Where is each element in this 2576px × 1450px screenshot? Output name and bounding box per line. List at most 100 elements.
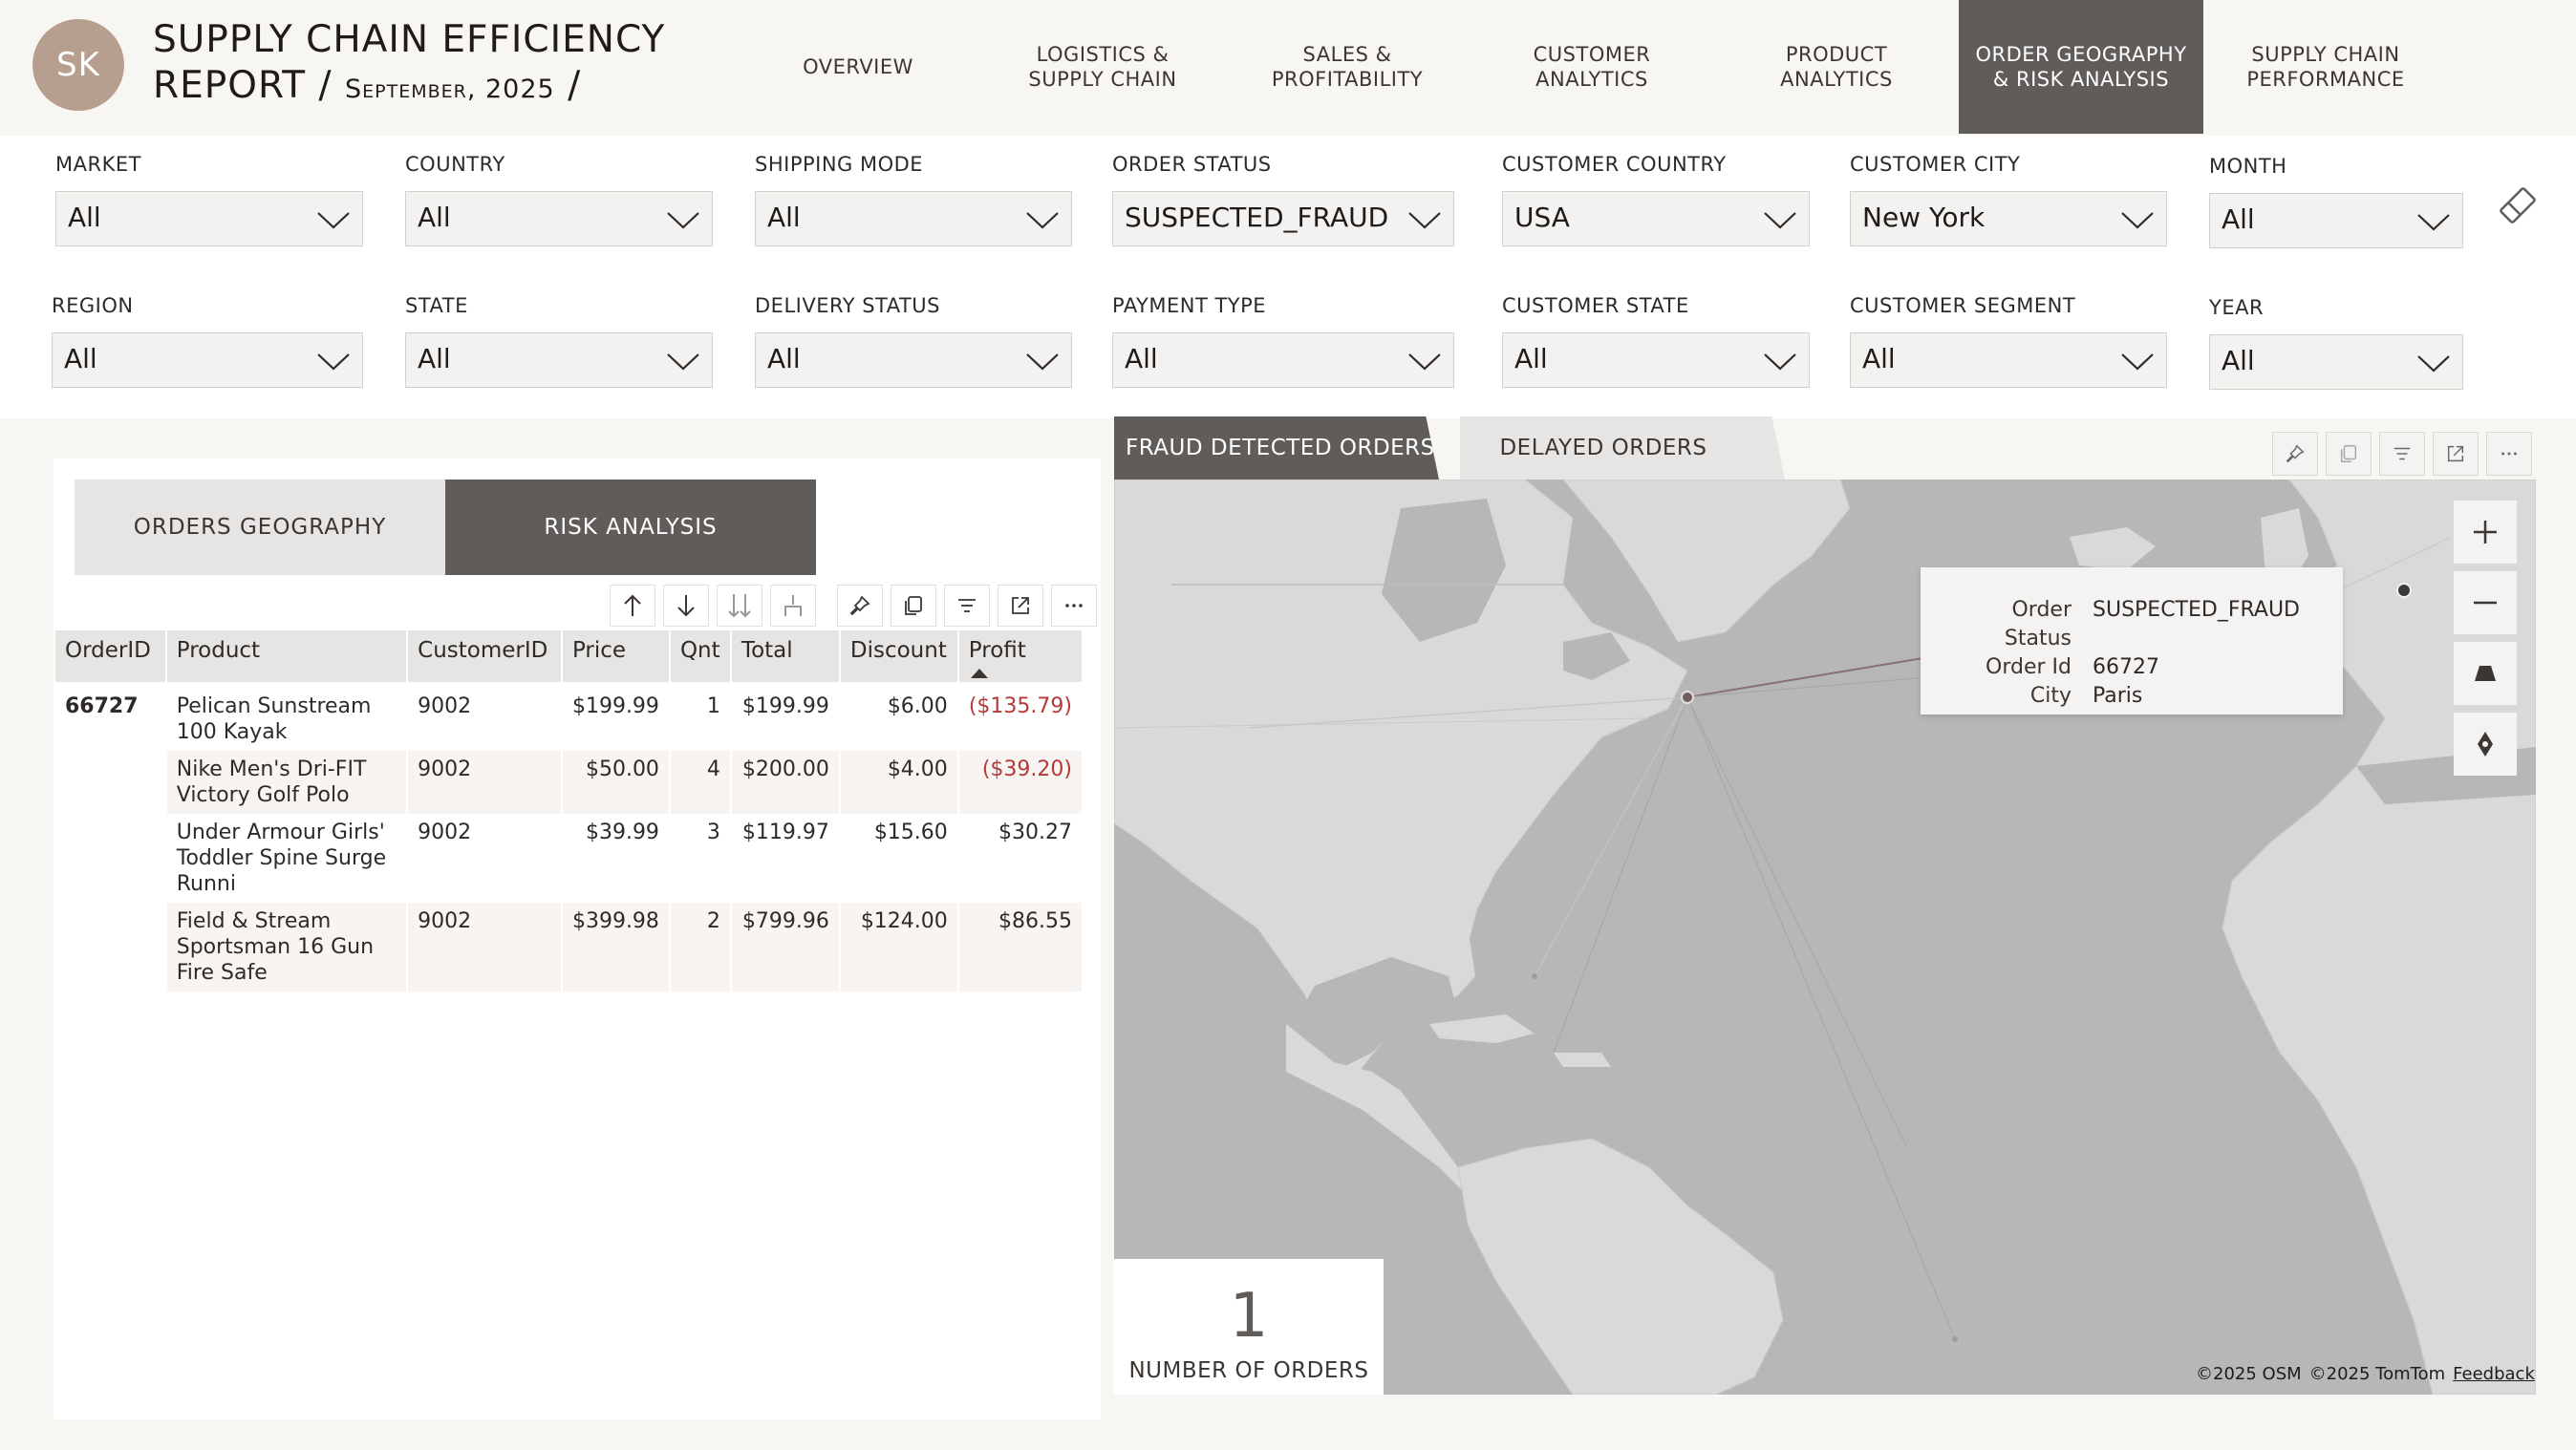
tab-delayed-orders[interactable]: DELAYED ORDERS: [1460, 416, 1785, 480]
customer-cell: 9002: [407, 751, 563, 814]
chevron-down-icon: [1408, 353, 1441, 371]
table-row[interactable]: 66727 Pelican Sunstream 100 Kayak 9002 $1…: [55, 682, 1084, 751]
filter-market: MARKET All: [55, 153, 363, 246]
chevron-down-icon: [1408, 212, 1441, 229]
filter-icon[interactable]: [2379, 432, 2425, 476]
filter-country: COUNTRY All: [405, 153, 713, 246]
nav-supply-chain-performance[interactable]: SUPPLY CHAIN PERFORMANCE: [2203, 0, 2448, 134]
year-dropdown[interactable]: All: [2209, 334, 2463, 390]
feedback-link[interactable]: Feedback: [2453, 1364, 2535, 1384]
product-cell: Nike Men's Dri-FIT Victory Golf Polo: [165, 751, 409, 814]
profit-cell: ($39.20): [957, 751, 1084, 814]
customer-state-dropdown[interactable]: All: [1502, 332, 1810, 388]
col-orderid[interactable]: OrderID: [55, 630, 167, 682]
copy-icon[interactable]: [891, 585, 936, 627]
filter-icon[interactable]: [944, 585, 990, 627]
paris-point[interactable]: [2396, 583, 2412, 598]
pin-icon[interactable]: [2272, 432, 2318, 476]
nav-overview[interactable]: OVERVIEW: [736, 0, 980, 134]
total-cell: $199.99: [730, 682, 841, 751]
orders-risk-table: OrderID Product CustomerID Price Qnt Tot…: [55, 630, 1084, 992]
nav-customer-analytics[interactable]: CUSTOMER ANALYTICS: [1470, 0, 1714, 134]
total-cell: $119.97: [730, 814, 841, 903]
customer-city-dropdown[interactable]: New York: [1850, 191, 2167, 246]
payment-type-dropdown[interactable]: All: [1112, 332, 1454, 388]
total-cell: $200.00: [730, 751, 841, 814]
delivery-status-dropdown[interactable]: All: [755, 332, 1072, 388]
focus-mode-icon[interactable]: [2433, 432, 2479, 476]
more-options-icon[interactable]: [2486, 432, 2532, 476]
filter-year: YEAR All: [2209, 296, 2463, 390]
qnt-cell: 2: [669, 903, 732, 992]
expand-hierarchy-icon[interactable]: [770, 585, 816, 627]
report-date: September, 2025: [344, 75, 555, 104]
customer-segment-dropdown[interactable]: All: [1850, 332, 2167, 388]
copy-icon[interactable]: [2326, 432, 2372, 476]
top-nav: OVERVIEW LOGISTICS & SUPPLY CHAIN SALES &…: [736, 0, 2448, 134]
col-product[interactable]: Product: [165, 630, 409, 682]
profit-cell: $86.55: [957, 903, 1084, 992]
month-dropdown[interactable]: All: [2209, 193, 2463, 248]
filter-customer-state: CUSTOMER STATE All: [1502, 294, 1810, 388]
filter-customer-country: CUSTOMER COUNTRY USA: [1502, 153, 1810, 246]
compass-icon[interactable]: [2454, 713, 2517, 776]
table-row[interactable]: Under Armour Girls' Toddler Spine Surge Ru…: [55, 814, 1084, 903]
price-cell: $50.00: [561, 751, 671, 814]
table-row[interactable]: Field & Stream Sportsman 16 Gun Fire Safe …: [55, 903, 1084, 992]
chevron-down-icon: [2121, 353, 2154, 371]
discount-cell: $124.00: [839, 903, 959, 992]
col-price[interactable]: Price: [561, 630, 671, 682]
report-header: SK SUPPLY CHAIN EFFICIENCY REPORT / Sept…: [0, 0, 2576, 136]
chevron-down-icon: [317, 353, 350, 371]
tilt-icon[interactable]: [2454, 642, 2517, 705]
col-customerid[interactable]: CustomerID: [407, 630, 563, 682]
drill-down-icon[interactable]: [663, 585, 709, 627]
table-row[interactable]: Nike Men's Dri-FIT Victory Golf Polo 9002…: [55, 751, 1084, 814]
nav-sales[interactable]: SALES & PROFITABILITY: [1225, 0, 1470, 134]
chevron-down-icon: [1026, 212, 1059, 229]
qnt-cell: 4: [669, 751, 732, 814]
order-status-dropdown[interactable]: SUSPECTED_FRAUD: [1112, 191, 1454, 246]
zoom-out-icon[interactable]: [2454, 571, 2517, 634]
chevron-down-icon: [1764, 212, 1796, 229]
filter-month: MONTH All: [2209, 155, 2463, 248]
nav-logistics[interactable]: LOGISTICS & SUPPLY CHAIN: [980, 0, 1225, 134]
nav-order-geography[interactable]: ORDER GEOGRAPHY & RISK ANALYSIS: [1959, 0, 2203, 134]
filter-region: REGION All: [52, 294, 363, 388]
title-line-1: SUPPLY CHAIN EFFICIENCY: [153, 18, 666, 61]
product-cell: Under Armour Girls' Toddler Spine Surge Ru…: [165, 814, 409, 903]
risk-analysis-panel: ORDERS GEOGRAPHY RISK ANALYSIS OrderID P…: [54, 458, 1101, 1419]
col-total[interactable]: Total: [730, 630, 841, 682]
report-title: SUPPLY CHAIN EFFICIENCY REPORT / Septemb…: [153, 17, 688, 113]
expand-next-level-icon[interactable]: [717, 585, 762, 627]
new-york-point[interactable]: [1681, 691, 1694, 704]
market-dropdown[interactable]: All: [55, 191, 363, 246]
col-discount[interactable]: Discount: [839, 630, 959, 682]
customer-cell: 9002: [407, 814, 563, 903]
more-options-icon[interactable]: [1051, 585, 1097, 627]
qnt-cell: 1: [669, 682, 732, 751]
col-profit[interactable]: Profit: [957, 630, 1084, 682]
nav-product-analytics[interactable]: PRODUCT ANALYTICS: [1714, 0, 1959, 134]
zoom-in-icon[interactable]: [2454, 501, 2517, 564]
customer-cell: 9002: [407, 903, 563, 992]
region-dropdown[interactable]: All: [52, 332, 363, 388]
filter-panel: MARKET All COUNTRY All SHIPPING MODE All…: [0, 136, 2576, 418]
visual-header-toolbar: [837, 585, 1097, 627]
col-qnt[interactable]: Qnt: [669, 630, 732, 682]
country-dropdown[interactable]: All: [405, 191, 713, 246]
tab-fraud-detected-orders[interactable]: FRAUD DETECTED ORDERS: [1114, 416, 1439, 480]
customer-country-dropdown[interactable]: USA: [1502, 191, 1810, 246]
filter-shipping-mode: SHIPPING MODE All: [755, 153, 1072, 246]
focus-mode-icon[interactable]: [998, 585, 1043, 627]
drill-up-icon[interactable]: [610, 585, 655, 627]
product-cell: Field & Stream Sportsman 16 Gun Fire Safe: [165, 903, 409, 992]
state-dropdown[interactable]: All: [405, 332, 713, 388]
shipping-mode-dropdown[interactable]: All: [755, 191, 1072, 246]
clear-filters-eraser-icon[interactable]: [2496, 183, 2540, 227]
price-cell: $199.99: [561, 682, 671, 751]
tab-orders-geography[interactable]: ORDERS GEOGRAPHY: [75, 480, 445, 575]
pin-icon[interactable]: [837, 585, 883, 627]
filter-payment-type: PAYMENT TYPE All: [1112, 294, 1454, 388]
tab-risk-analysis[interactable]: RISK ANALYSIS: [445, 480, 816, 575]
